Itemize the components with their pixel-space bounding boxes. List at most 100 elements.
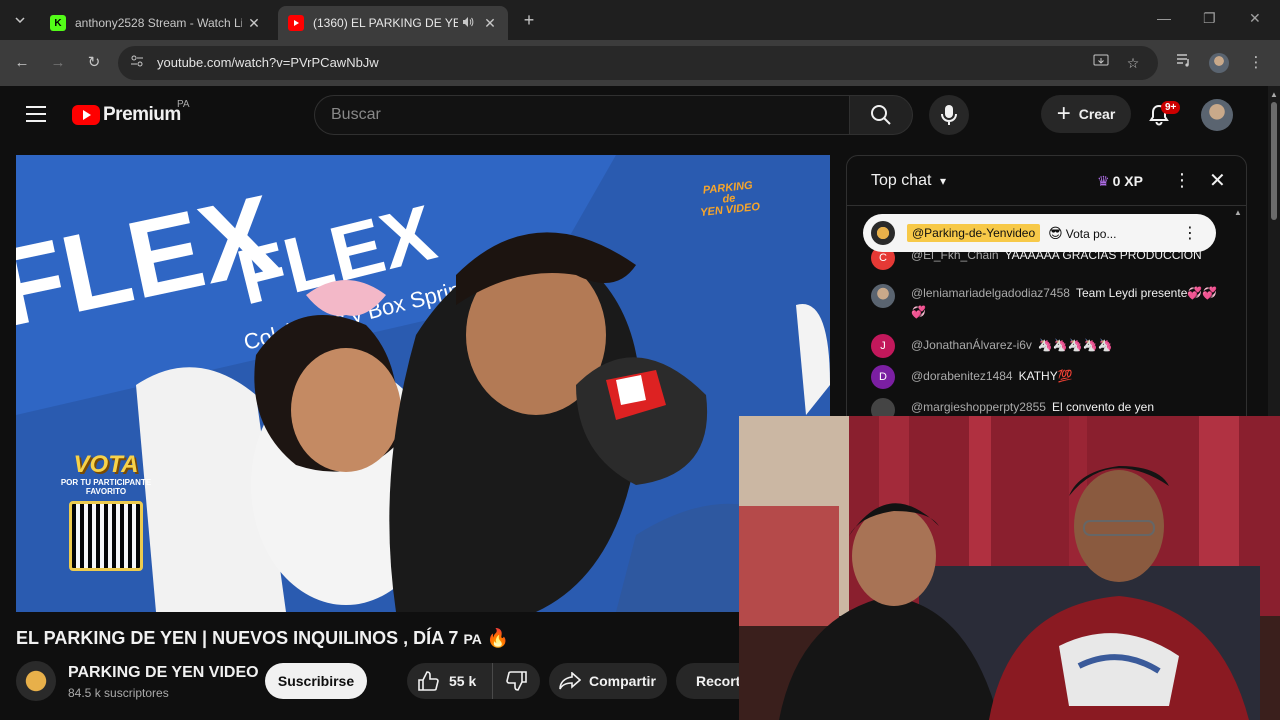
like-button[interactable]: 55 k — [407, 663, 493, 699]
chat-author[interactable]: @JonathanÁlvarez-i6v — [911, 338, 1032, 352]
plus-icon: + — [1056, 100, 1071, 127]
chat-message[interactable]: D @dorabenitez1484 KATHY💯 — [871, 365, 1231, 389]
chat-text: KATHY💯 — [1018, 369, 1073, 383]
browser-toolbar: ← → ↻ youtube.com/watch?v=PVrPCawNbJw ☆ … — [0, 40, 1280, 86]
chat-author[interactable]: @dorabenitez1484 — [911, 369, 1013, 383]
xp-value: 0 XP — [1112, 173, 1143, 189]
search-icon — [871, 105, 891, 125]
menu-icon[interactable] — [26, 106, 46, 122]
vote-text: VOTA — [73, 451, 139, 478]
sunglasses-emoji-icon: 😎 — [1048, 224, 1063, 241]
pinned-author: @Parking-de-Yenvideo — [907, 224, 1041, 242]
youtube-premium-logo[interactable]: Premium PA — [72, 99, 190, 126]
chat-author[interactable]: @margieshopperpty2855 — [911, 400, 1046, 414]
notifications-button[interactable]: 9+ — [1147, 101, 1181, 129]
forward-icon[interactable]: → — [47, 52, 69, 74]
video-title: EL PARKING DE YEN | NUEVOS INQUILINOS , … — [16, 628, 509, 649]
youtube-play-icon — [72, 105, 100, 125]
clip-label: Recortar — [696, 673, 740, 689]
notifications-badge: 9+ — [1161, 101, 1181, 114]
close-tab-icon[interactable]: ✕ — [246, 15, 262, 32]
browser-menu-icon[interactable]: ⋮ — [1245, 52, 1267, 74]
dislike-button[interactable] — [493, 670, 540, 692]
chat-mode-dropdown[interactable]: Top chat ▾ — [871, 172, 946, 190]
chat-message[interactable]: @margieshopperpty2855 El convento de yen — [871, 398, 1231, 419]
chat-text: 🦄🦄🦄🦄🦄 — [1037, 338, 1113, 352]
subscribe-button[interactable]: Suscribirse — [265, 663, 367, 699]
crown-icon: ♛ — [1097, 172, 1110, 189]
clip-button[interactable]: Recortar — [676, 663, 740, 699]
media-controls-icon[interactable] — [1173, 52, 1195, 74]
vote-sub: POR TU PARTICIPANTE FAVORITO — [60, 478, 152, 496]
channel-name[interactable]: PARKING DE YEN VIDEO — [68, 664, 259, 682]
chat-author[interactable]: @leniamariadelgadodiaz7458 — [911, 286, 1070, 300]
chat-message[interactable]: J @JonathanÁlvarez-i6v 🦄🦄🦄🦄🦄 — [871, 334, 1231, 358]
close-tab-icon[interactable]: ✕ — [482, 15, 498, 32]
site-info-icon[interactable] — [128, 54, 146, 72]
create-label: Crear — [1078, 106, 1116, 122]
restore-icon[interactable]: ❐ — [1203, 10, 1216, 27]
video-player[interactable]: FLEX FLEX Colchones y Box Springs PARKIN… — [16, 155, 830, 612]
close-window-icon[interactable]: ✕ — [1249, 10, 1261, 27]
mic-icon — [941, 105, 957, 125]
pinned-message[interactable]: @Parking-de-Yenvideo 😎 Vota po... ⋮ — [863, 214, 1216, 252]
chat-message[interactable]: @leniamariadelgadodiaz7458 Team Leydi pre… — [871, 284, 1231, 322]
install-app-icon[interactable] — [1092, 54, 1110, 72]
chat-mode-label: Top chat — [871, 172, 932, 189]
pinned-more-icon[interactable]: ⋮ — [1182, 223, 1198, 243]
qr-code — [69, 500, 143, 571]
chat-header: Top chat ▾ ♛ 0 XP ⋮ ✕ — [847, 156, 1246, 206]
search-box — [314, 95, 850, 135]
bookmark-star-icon[interactable]: ☆ — [1124, 54, 1142, 72]
share-icon — [559, 672, 581, 690]
like-dislike-group: 55 k — [407, 663, 540, 699]
kick-icon: K — [50, 15, 66, 31]
address-bar[interactable]: youtube.com/watch?v=PVrPCawNbJw ☆ — [118, 46, 1158, 80]
facecam-overlay — [739, 416, 1280, 720]
chat-avatar — [871, 284, 895, 308]
voice-search-button[interactable] — [929, 95, 969, 135]
scrollbar-thumb[interactable] — [1271, 102, 1277, 220]
close-chat-icon[interactable]: ✕ — [1209, 168, 1226, 193]
scroll-up-icon[interactable]: ▲ — [1270, 90, 1278, 99]
create-button[interactable]: + Crear — [1041, 95, 1131, 133]
chat-scroll-up-icon[interactable]: ▲ — [1234, 208, 1242, 217]
thumbs-up-icon — [418, 671, 439, 691]
pinned-avatar — [871, 221, 895, 245]
channel-avatar[interactable] — [16, 661, 56, 701]
tab-title: (1360) EL PARKING DE YEN — [313, 16, 458, 30]
xp-badge[interactable]: ♛ 0 XP — [1097, 170, 1143, 192]
chat-avatar: J — [871, 334, 895, 358]
account-avatar[interactable] — [1201, 99, 1233, 131]
fire-icon: 🔥 — [486, 628, 510, 648]
share-button[interactable]: Compartir — [549, 663, 667, 699]
chevron-down-icon: ▾ — [939, 174, 946, 188]
new-tab-button[interactable]: + — [518, 10, 540, 32]
chat-text: El convento de yen — [1051, 400, 1155, 414]
like-count: 55 k — [449, 673, 477, 689]
back-icon[interactable]: ← — [11, 52, 33, 74]
search-button[interactable] — [849, 95, 913, 135]
chat-avatar: D — [871, 365, 895, 389]
facecam-image — [739, 416, 1280, 720]
thumbs-down-icon — [505, 671, 527, 691]
share-label: Compartir — [589, 673, 656, 689]
youtube-header: Premium PA + Crear 9+ — [0, 86, 1268, 142]
live-chat-panel: Top chat ▾ ♛ 0 XP ⋮ ✕ @Parking-de-Yenvid… — [846, 155, 1247, 420]
reload-icon[interactable]: ↻ — [83, 52, 105, 74]
country-code: PA — [177, 99, 190, 110]
chevron-down-icon — [15, 17, 25, 23]
tab-search-button[interactable] — [8, 8, 32, 32]
search-input[interactable] — [315, 96, 849, 134]
pinned-text: 😎 Vota po... — [1048, 225, 1116, 242]
minimize-icon[interactable]: — — [1157, 10, 1171, 26]
subscriber-count: 84.5 k suscriptores — [68, 686, 169, 700]
profile-avatar[interactable] — [1208, 52, 1230, 74]
video-title-text: EL PARKING DE YEN | NUEVOS INQUILINOS , … — [16, 628, 459, 648]
browser-tab-active[interactable]: (1360) EL PARKING DE YEN ✕ — [278, 6, 508, 40]
chat-more-icon[interactable]: ⋮ — [1173, 170, 1191, 191]
vote-qr-badge: VOTA POR TU PARTICIPANTE FAVORITO — [60, 451, 152, 571]
video-title-suffix: PA — [463, 631, 482, 647]
speaker-icon[interactable] — [462, 16, 478, 31]
browser-tab[interactable]: K anthony2528 Stream - Watch Li ✕ — [40, 6, 272, 40]
